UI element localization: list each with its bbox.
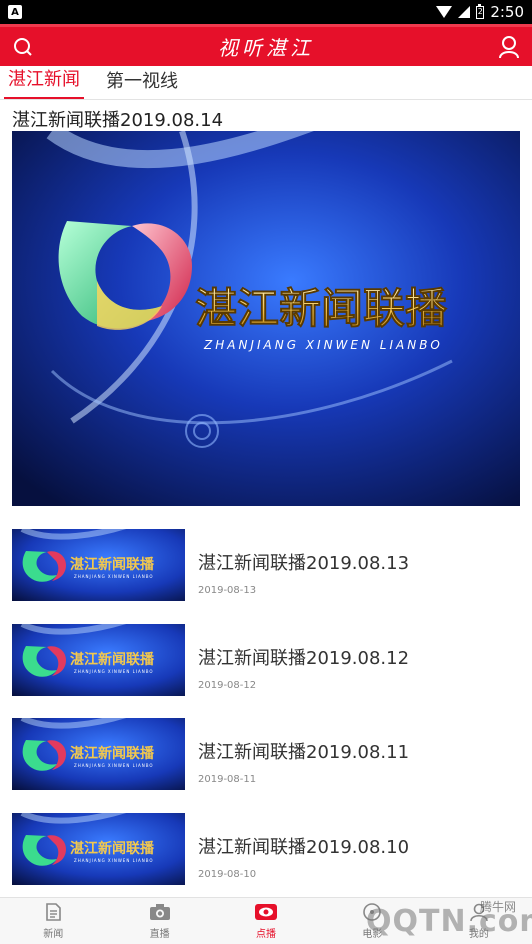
tab-first-sight[interactable]: 第一视线: [102, 67, 182, 99]
list-item-title: 湛江新闻联播2019.08.12: [198, 648, 410, 669]
featured-thumbnail-image: 湛江新闻联播 ZHANJIANG XINWEN LIANBO: [12, 131, 520, 506]
list-item-thumbnail: 湛江新闻联播 ZHANJIANG XINWEN LIANBO: [12, 624, 185, 696]
list-item-date: 2019-08-11: [198, 774, 257, 785]
film-icon: [363, 903, 382, 921]
list-item-thumbnail: 湛江新闻联播 ZHANJIANG XINWEN LIANBO: [12, 529, 185, 601]
app-header: 视听湛江: [0, 24, 532, 66]
app-title: 视听湛江: [218, 36, 314, 60]
list-thumb-subcaption: ZHANJIANG XINWEN LIANBO: [74, 763, 154, 768]
status-bar: A 2 2:50: [0, 0, 532, 24]
list-item-title: 湛江新闻联播2019.08.13: [198, 553, 410, 574]
nav-vod-label: 点播: [256, 929, 277, 940]
search-icon: [14, 37, 32, 56]
nav-movie[interactable]: 电影: [319, 898, 425, 944]
nav-movie-label: 电影: [362, 929, 383, 940]
battery-icon: 2: [476, 3, 485, 19]
list-item-title: 湛江新闻联播2019.08.11: [198, 742, 410, 763]
list-thumb-subcaption: ZHANJIANG XINWEN LIANBO: [74, 574, 154, 579]
user-icon: [470, 903, 488, 922]
app-notification-icon: A: [8, 5, 22, 19]
list-thumb-caption: 湛江新闻联播: [70, 651, 155, 668]
list-item[interactable]: 湛江新闻联播 ZHANJIANG XINWEN LIANBO 湛江新闻联播201…: [12, 624, 520, 696]
list-thumb-subcaption: ZHANJIANG XINWEN LIANBO: [74, 858, 154, 863]
list-thumb-caption: 湛江新闻联播: [70, 556, 155, 573]
list-item-thumbnail: 湛江新闻联播 ZHANJIANG XINWEN LIANBO: [12, 813, 185, 885]
eye-icon: [255, 904, 278, 920]
search-button[interactable]: [10, 34, 36, 60]
nav-mine[interactable]: 我的: [426, 898, 532, 944]
camera-icon: [149, 904, 170, 920]
signal-icon: [458, 6, 471, 18]
status-icons: 2 2:50: [436, 3, 524, 21]
list-thumb-caption: 湛江新闻联播: [70, 840, 155, 857]
category-tabs: 湛江新闻 第一视线: [0, 66, 532, 100]
list-item[interactable]: 湛江新闻联播 ZHANJIANG XINWEN LIANBO 湛江新闻联播201…: [12, 529, 520, 601]
document-icon: [46, 903, 62, 921]
nav-vod[interactable]: 点播: [213, 898, 319, 944]
nav-news-label: 新闻: [43, 929, 64, 940]
list-item[interactable]: 湛江新闻联播 ZHANJIANG XINWEN LIANBO 湛江新闻联播201…: [12, 718, 520, 790]
list-item-title: 湛江新闻联播2019.08.10: [198, 837, 410, 858]
nav-live-label: 直播: [149, 929, 170, 940]
status-time: 2:50: [490, 3, 524, 21]
user-button[interactable]: [496, 34, 522, 60]
nav-mine-label: 我的: [468, 929, 489, 940]
list-item-date: 2019-08-12: [198, 680, 257, 691]
nav-live[interactable]: 直播: [106, 898, 212, 944]
featured-thumb-caption: 湛江新闻联播: [195, 284, 448, 333]
list-item[interactable]: 湛江新闻联播 ZHANJIANG XINWEN LIANBO 湛江新闻联播201…: [12, 813, 520, 885]
list-item-thumbnail: 湛江新闻联播 ZHANJIANG XINWEN LIANBO: [12, 718, 185, 790]
wifi-icon: [436, 6, 453, 18]
featured-video-title[interactable]: 湛江新闻联播2019.08.14: [12, 106, 223, 132]
user-icon: [499, 35, 519, 58]
featured-thumb-subcaption: ZHANJIANG XINWEN LIANBO: [203, 338, 443, 352]
list-thumb-caption: 湛江新闻联播: [70, 745, 155, 762]
list-item-date: 2019-08-13: [198, 585, 257, 596]
featured-video-thumbnail[interactable]: 湛江新闻联播 ZHANJIANG XINWEN LIANBO: [12, 131, 520, 506]
list-item-date: 2019-08-10: [198, 869, 257, 880]
bottom-navigation: 新闻 直播 点播 电影 我的: [0, 897, 532, 944]
nav-news[interactable]: 新闻: [0, 898, 106, 944]
tab-zhanjiang-news[interactable]: 湛江新闻: [4, 65, 84, 99]
list-thumb-subcaption: ZHANJIANG XINWEN LIANBO: [74, 669, 154, 674]
